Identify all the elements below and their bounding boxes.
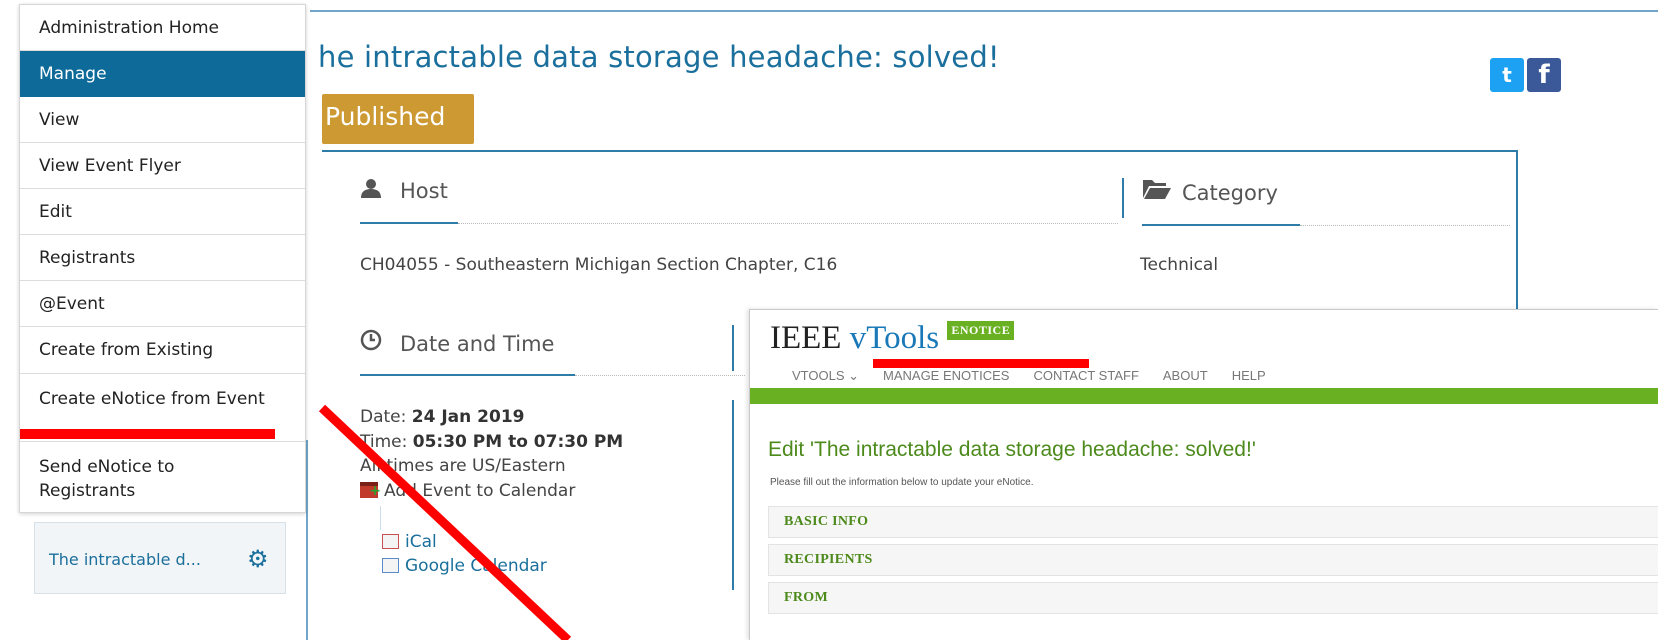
google-calendar-label: Google Calendar xyxy=(405,556,547,576)
calendar-links: iCal Google Calendar xyxy=(382,530,547,578)
nav-manage-enotices[interactable]: MANAGE ENOTICES xyxy=(883,368,1009,384)
nav-vtools[interactable]: VTOOLS ⌄ xyxy=(792,368,859,384)
calendar-add-icon xyxy=(360,479,381,504)
time-line: Time: 05:30 PM to 07:30 PM xyxy=(360,430,623,455)
facebook-icon[interactable]: f xyxy=(1527,58,1561,92)
annotation-underline-vtools xyxy=(873,359,1089,368)
section-from[interactable]: FROM xyxy=(768,582,1658,614)
brand-ieee: IEEE xyxy=(770,320,842,356)
category-divider xyxy=(1300,225,1510,226)
category-heading: Category xyxy=(1142,178,1278,205)
date-label: Date: xyxy=(360,407,412,427)
time-label: Time: xyxy=(360,431,413,452)
date-line: Date: 24 Jan 2019 xyxy=(360,405,623,430)
gear-icon[interactable]: ⚙ xyxy=(247,545,269,573)
ical-link[interactable]: iCal xyxy=(382,530,547,554)
page-left-border xyxy=(306,440,308,640)
clock-icon xyxy=(360,329,386,356)
enotice-edit-subtitle: Please fill out the information below to… xyxy=(770,477,1034,488)
menu-item-create-from-existing[interactable]: Create from Existing xyxy=(20,327,305,374)
menu-item-view[interactable]: View xyxy=(20,97,305,143)
brand-vtools: vTools xyxy=(849,320,940,356)
side-widget-label[interactable]: The intractable d... xyxy=(49,550,201,569)
enotice-badge: ENOTICE xyxy=(947,321,1015,340)
datetime-separator xyxy=(732,325,734,371)
folder-open-icon xyxy=(1142,178,1171,205)
timezone-note: All times are US/Eastern xyxy=(360,456,566,476)
datetime-heading-label: Date and Time xyxy=(400,332,555,356)
add-to-calendar-label: Add Event to Calendar xyxy=(384,480,576,501)
menu-item-registrants[interactable]: Registrants xyxy=(20,235,305,281)
menu-item-send-enotice-to-registrants[interactable]: Send eNotice to Registrants xyxy=(20,442,305,512)
category-underline xyxy=(1142,224,1300,226)
ical-icon xyxy=(382,534,399,549)
menu-item-edit[interactable]: Edit xyxy=(20,189,305,235)
host-value: CH04055 - Southeastern Michigan Section … xyxy=(360,255,838,275)
datetime-right-border xyxy=(732,400,734,590)
calendar-connector xyxy=(380,506,381,530)
status-badge: Published xyxy=(322,94,474,144)
event-title: he intractable data storage headache: so… xyxy=(318,40,1000,74)
twitter-icon[interactable]: t xyxy=(1490,58,1524,92)
add-to-calendar-link[interactable]: Add Event to Calendar xyxy=(360,479,623,504)
datetime-underline xyxy=(360,374,575,376)
host-underline xyxy=(360,222,458,224)
datetime-heading: Date and Time xyxy=(360,329,554,356)
nav-contact-staff[interactable]: CONTACT STAFF xyxy=(1033,368,1138,384)
menu-item-at-event[interactable]: @Event xyxy=(20,281,305,327)
page-top-border xyxy=(310,10,1658,12)
host-heading-label: Host xyxy=(400,179,448,203)
event-side-widget[interactable]: The intractable d... ⚙ xyxy=(34,522,286,594)
datetime-divider xyxy=(575,375,745,376)
google-calendar-icon xyxy=(382,558,399,573)
host-divider xyxy=(458,223,1118,224)
category-separator xyxy=(1122,178,1124,218)
datetime-details: Date: 24 Jan 2019 Time: 05:30 PM to 07:3… xyxy=(360,405,623,504)
section-basic-info[interactable]: BASIC INFO xyxy=(768,506,1658,538)
annotation-underline-menu xyxy=(20,429,275,439)
category-value: Technical xyxy=(1140,255,1219,275)
host-heading: Host xyxy=(360,178,448,203)
section-recipients[interactable]: RECIPIENTS xyxy=(768,544,1658,576)
nav-help[interactable]: HELP xyxy=(1232,368,1266,384)
vtools-brand: IEEE vTools ENOTICE xyxy=(770,320,1015,357)
time-value: 05:30 PM to 07:30 PM xyxy=(412,431,624,452)
date-value: 24 Jan 2019 xyxy=(411,407,525,427)
vtools-nav: VTOOLS ⌄ MANAGE ENOTICES CONTACT STAFF A… xyxy=(792,368,1266,384)
enotice-edit-title: Edit 'The intractable data storage heada… xyxy=(768,438,1256,461)
menu-item-administration-home[interactable]: Administration Home xyxy=(20,5,305,51)
menu-item-view-event-flyer[interactable]: View Event Flyer xyxy=(20,143,305,189)
category-heading-label: Category xyxy=(1182,181,1278,205)
vtools-green-bar xyxy=(750,388,1658,404)
google-calendar-link[interactable]: Google Calendar xyxy=(382,554,547,578)
ical-label: iCal xyxy=(405,532,437,552)
nav-about[interactable]: ABOUT xyxy=(1163,368,1208,384)
menu-item-manage[interactable]: Manage xyxy=(20,51,305,97)
user-icon xyxy=(360,178,386,203)
